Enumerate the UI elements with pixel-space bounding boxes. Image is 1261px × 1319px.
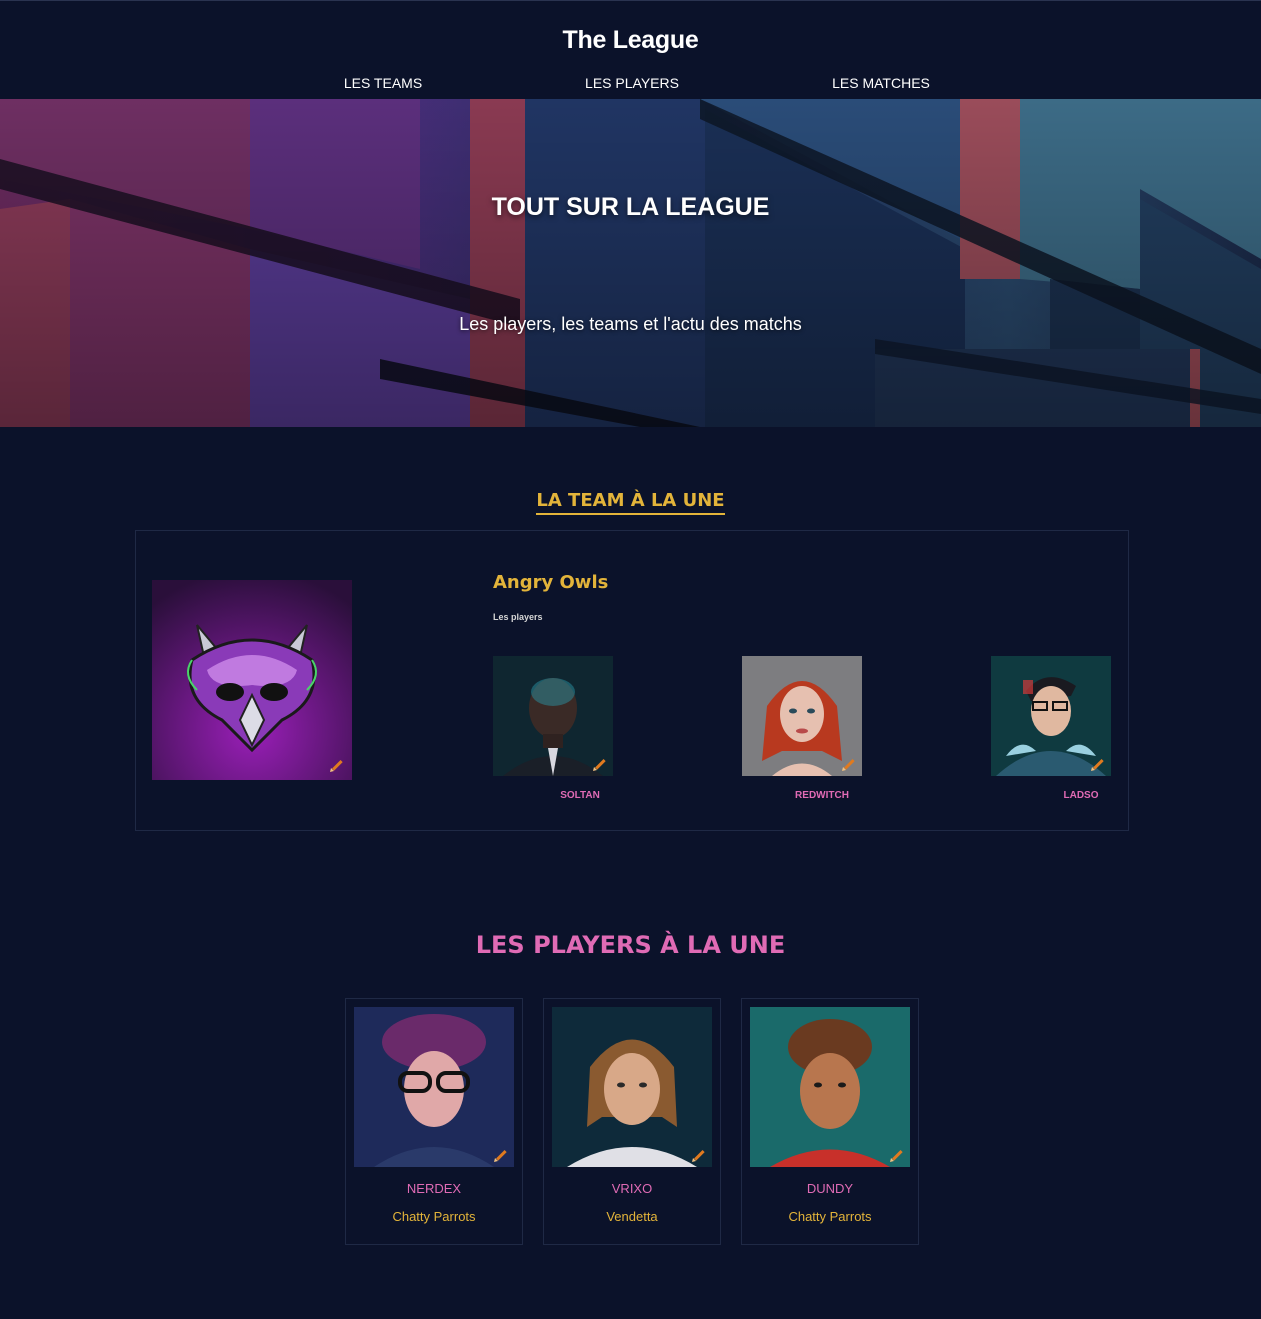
pencil-icon	[890, 1150, 903, 1162]
player-name[interactable]: DUNDY	[742, 1181, 918, 1196]
player-photo[interactable]	[991, 656, 1111, 776]
player-portrait	[354, 1007, 514, 1167]
owl-logo-icon	[152, 580, 352, 780]
featured-team-heading: LA TEAM À LA UNE	[536, 490, 725, 515]
team-player-card[interactable]	[493, 656, 613, 776]
player-photo[interactable]	[493, 656, 613, 776]
player-name[interactable]: NERDEX	[346, 1181, 522, 1196]
team-player-card[interactable]	[742, 656, 862, 776]
player-portrait	[552, 1007, 712, 1167]
team-players-label: Les players	[493, 612, 543, 622]
player-team[interactable]: Vendetta	[544, 1209, 720, 1224]
featured-players-section-title: LES PLAYERS À LA UNE	[475, 931, 786, 959]
team-player-card[interactable]	[991, 656, 1111, 776]
player-photo[interactable]	[552, 1007, 712, 1167]
featured-player-card[interactable]: VRIXO Vendetta	[543, 998, 721, 1245]
nav-link-matches[interactable]: LES MATCHES	[781, 75, 981, 91]
player-name[interactable]: VRIXO	[544, 1181, 720, 1196]
pencil-icon	[842, 759, 855, 771]
featured-team-section-title: LA TEAM À LA UNE	[0, 490, 1261, 515]
team-logo[interactable]	[152, 580, 352, 780]
nav-link-players[interactable]: LES PLAYERS	[532, 75, 732, 91]
site-title[interactable]: The League	[0, 26, 1261, 55]
hero-subtitle: Les players, les teams et l'actu des mat…	[459, 314, 802, 334]
pencil-icon	[593, 759, 606, 771]
pencil-icon	[1091, 759, 1104, 771]
player-team[interactable]: Chatty Parrots	[742, 1209, 918, 1224]
hero-background-image	[0, 99, 1261, 427]
featured-team-card: Angry Owls Les players SOLTAN REDWITCH L…	[135, 530, 1129, 831]
hero-title: TOUT SUR LA LEAGUE	[491, 193, 770, 221]
pencil-icon	[692, 1150, 705, 1162]
player-photo[interactable]	[742, 656, 862, 776]
pencil-icon	[330, 760, 343, 772]
featured-player-card[interactable]: DUNDY Chatty Parrots	[741, 998, 919, 1245]
pencil-icon	[494, 1150, 507, 1162]
team-name[interactable]: Angry Owls	[493, 572, 608, 593]
player-photo[interactable]	[354, 1007, 514, 1167]
player-team[interactable]: Chatty Parrots	[346, 1209, 522, 1224]
hero-banner: TOUT SUR LA LEAGUE Les players, les team…	[0, 99, 1261, 427]
featured-player-card[interactable]: NERDEX Chatty Parrots	[345, 998, 523, 1245]
team-player-name[interactable]: REDWITCH	[762, 790, 882, 801]
player-photo[interactable]	[750, 1007, 910, 1167]
team-player-name[interactable]: LADSO	[1021, 790, 1141, 801]
player-portrait	[750, 1007, 910, 1167]
site-header: The League LES TEAMS LES PLAYERS LES MAT…	[0, 0, 1261, 99]
team-player-name[interactable]: SOLTAN	[520, 790, 640, 801]
nav-link-teams[interactable]: LES TEAMS	[283, 75, 483, 91]
